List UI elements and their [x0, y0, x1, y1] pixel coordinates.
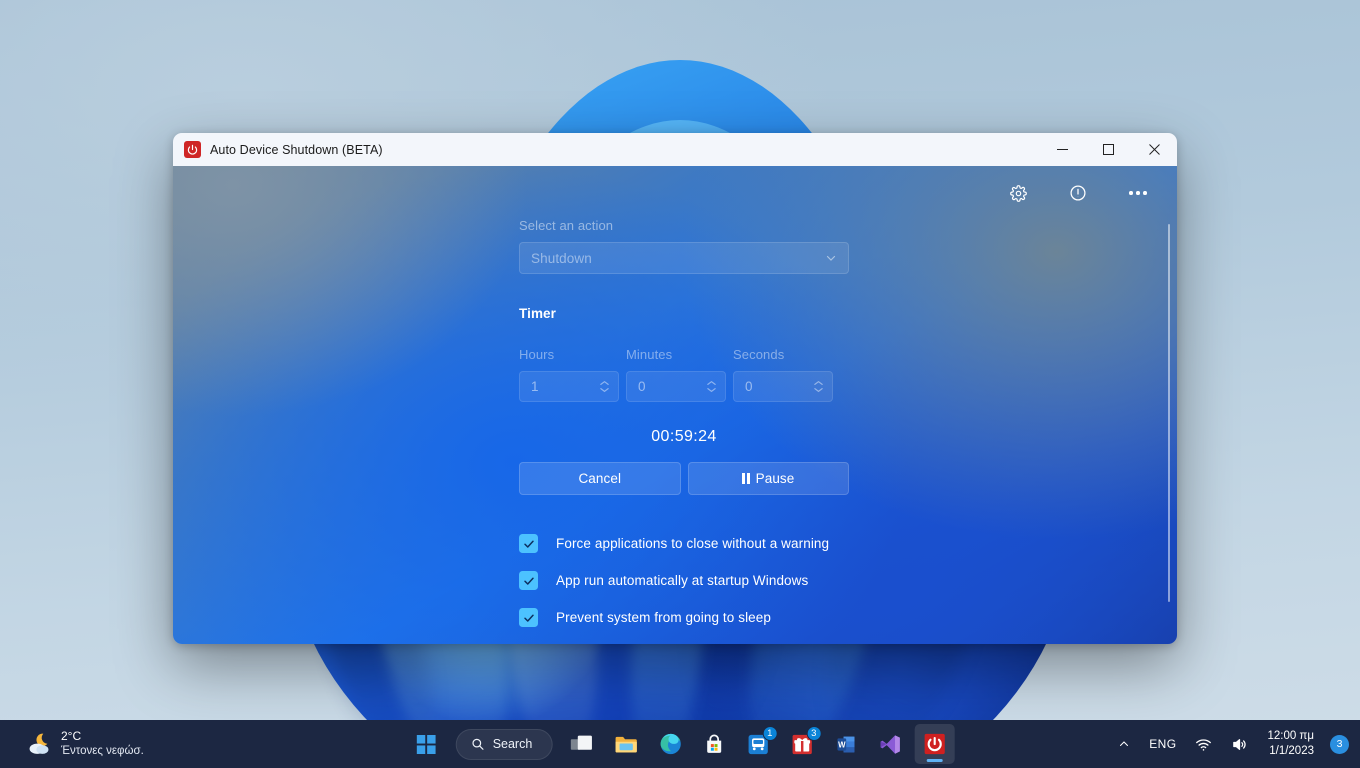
windows-logo-icon: [416, 735, 435, 754]
checkmark-icon: [519, 534, 538, 553]
stepper-arrows-icon[interactable]: [706, 380, 717, 393]
taskbar-item-task-view[interactable]: [562, 724, 602, 764]
taskbar-item-microsoft-store[interactable]: [694, 724, 734, 764]
store-icon: [704, 734, 725, 755]
weather-temperature: 2°C: [61, 729, 144, 744]
taskbar-center: Search: [406, 724, 955, 764]
notification-badge[interactable]: 3: [1330, 735, 1349, 754]
language-indicator[interactable]: ENG: [1141, 726, 1184, 762]
checkmark-icon: [519, 571, 538, 590]
timer-heading: Timer: [519, 306, 849, 321]
word-icon: W: [836, 734, 857, 755]
hours-stepper[interactable]: 1: [519, 371, 619, 402]
minutes-value: 0: [638, 379, 706, 394]
visual-studio-icon: [880, 734, 901, 755]
power-icon: [923, 733, 945, 755]
badge-count: 3: [806, 726, 821, 741]
desktop: Auto Device Shutdown (BETA): [0, 0, 1360, 768]
checkmark-icon: [519, 608, 538, 627]
taskbar-item-edge[interactable]: [650, 724, 690, 764]
folder-icon: [615, 734, 638, 754]
checkbox-label: Prevent system from going to sleep: [556, 610, 771, 625]
seconds-value: 0: [745, 379, 813, 394]
checkbox-force-close[interactable]: Force applications to close without a wa…: [519, 525, 1079, 562]
action-label: Select an action: [519, 218, 849, 233]
pause-label: Pause: [756, 471, 795, 486]
seconds-label: Seconds: [733, 347, 833, 362]
taskbar-item-visual-studio[interactable]: [870, 724, 910, 764]
title-bar[interactable]: Auto Device Shutdown (BETA): [173, 133, 1177, 166]
options-checkbox-list: Force applications to close without a wa…: [519, 525, 1079, 636]
action-select-value: Shutdown: [531, 251, 825, 266]
close-button[interactable]: [1131, 133, 1177, 166]
maximize-button[interactable]: [1085, 133, 1131, 166]
checkbox-label: Force applications to close without a wa…: [556, 536, 829, 551]
language-label: ENG: [1149, 737, 1176, 751]
weather-text: 2°C Έντονες νεφώσ.: [61, 729, 144, 758]
hours-stepper-cell: Hours 1: [519, 347, 619, 402]
minutes-stepper-cell: Minutes 0: [626, 347, 726, 402]
vertical-scrollbar[interactable]: [1168, 224, 1170, 602]
taskbar-item-transit[interactable]: 1: [738, 724, 778, 764]
countdown-display: 00:59:24: [519, 428, 849, 446]
weather-description: Έντονες νεφώσ.: [61, 744, 144, 758]
minutes-label: Minutes: [626, 347, 726, 362]
stepper-arrows-icon[interactable]: [599, 380, 610, 393]
hours-label: Hours: [519, 347, 619, 362]
cancel-label: Cancel: [578, 471, 621, 486]
taskbar: 2°C Έντονες νεφώσ. Search: [0, 720, 1360, 768]
checkbox-startup[interactable]: App run automatically at startup Windows: [519, 562, 1079, 599]
checkbox-prevent-sleep[interactable]: Prevent system from going to sleep: [519, 599, 1079, 636]
minutes-stepper[interactable]: 0: [626, 371, 726, 402]
chevron-down-icon: [825, 252, 837, 264]
badge-count: 1: [762, 726, 777, 741]
checkbox-label: App run automatically at startup Windows: [556, 573, 808, 588]
tray-overflow-button[interactable]: [1110, 726, 1138, 762]
search-button[interactable]: Search: [456, 729, 553, 760]
app-window: Auto Device Shutdown (BETA): [173, 133, 1177, 644]
moon-cloud-icon: [26, 732, 52, 756]
pause-button[interactable]: Pause: [688, 462, 850, 495]
speaker-icon: [1231, 736, 1248, 753]
seconds-stepper[interactable]: 0: [733, 371, 833, 402]
network-button[interactable]: [1187, 726, 1220, 762]
weather-widget[interactable]: 2°C Έντονες νεφώσ.: [18, 725, 152, 762]
timer-spinners: Hours 1 Minutes: [519, 347, 849, 402]
minimize-button[interactable]: [1039, 133, 1085, 166]
taskbar-item-word[interactable]: W: [826, 724, 866, 764]
window-title: Auto Device Shutdown (BETA): [210, 143, 383, 157]
start-button[interactable]: [406, 724, 446, 764]
task-view-icon: [571, 734, 594, 755]
clock[interactable]: 12:00 πμ 1/1/2023: [1259, 729, 1322, 759]
timer-action-buttons: Cancel Pause: [519, 462, 849, 495]
wifi-icon: [1195, 736, 1212, 753]
action-form: Select an action Shutdown Timer Hours 1: [519, 218, 849, 402]
svg-text:W: W: [838, 740, 846, 749]
hours-value: 1: [531, 379, 599, 394]
stepper-arrows-icon[interactable]: [813, 380, 824, 393]
action-select[interactable]: Shutdown: [519, 242, 849, 274]
volume-button[interactable]: [1223, 726, 1256, 762]
taskbar-item-rewards[interactable]: 3: [782, 724, 822, 764]
clock-time: 12:00 πμ: [1267, 729, 1314, 744]
pause-icon: [742, 473, 750, 484]
seconds-stepper-cell: Seconds 0: [733, 347, 833, 402]
chevron-up-icon: [1118, 738, 1130, 750]
taskbar-item-auto-device-shutdown[interactable]: [914, 724, 954, 764]
search-icon: [471, 737, 485, 751]
clock-date: 1/1/2023: [1267, 744, 1314, 759]
system-tray: ENG 12:00 πμ 1/1/2023: [1110, 726, 1360, 762]
taskbar-item-file-explorer[interactable]: [606, 724, 646, 764]
edge-icon: [659, 733, 681, 755]
window-controls: [1039, 133, 1177, 166]
cancel-button[interactable]: Cancel: [519, 462, 681, 495]
search-label: Search: [493, 737, 533, 751]
app-body: Select an action Shutdown Timer Hours 1: [173, 166, 1177, 644]
power-icon: [184, 141, 201, 158]
app-content: Select an action Shutdown Timer Hours 1: [173, 166, 1177, 644]
